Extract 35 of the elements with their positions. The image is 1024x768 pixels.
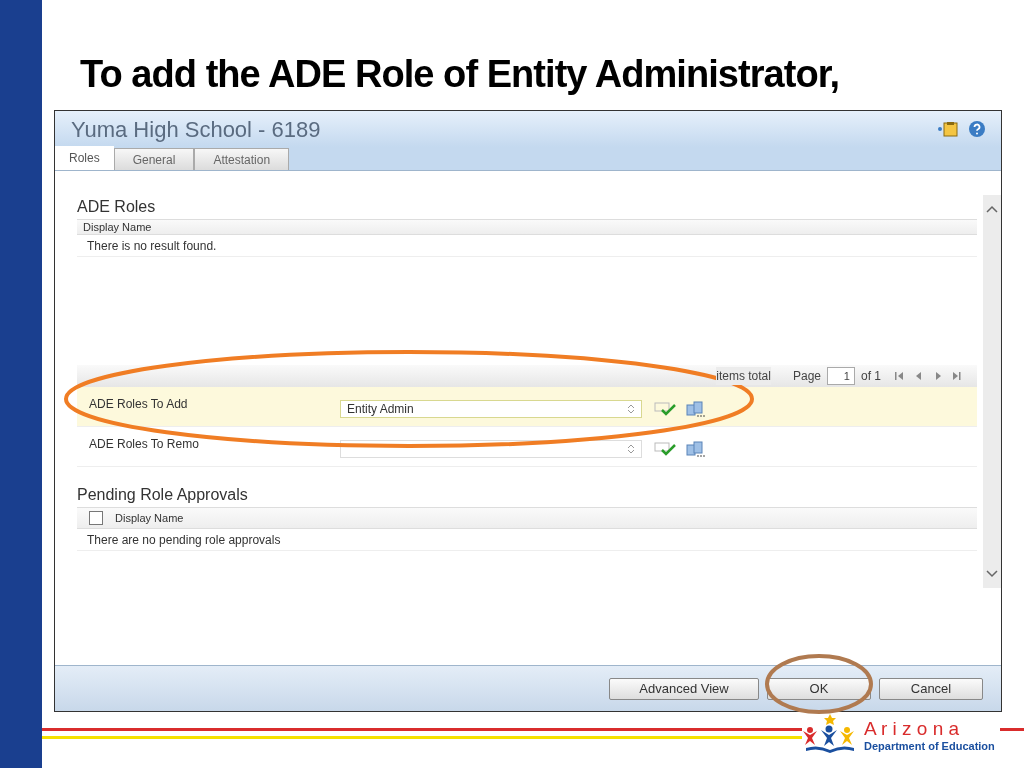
clipboard-icon[interactable] xyxy=(937,121,959,137)
lookup-icon[interactable] xyxy=(686,400,706,417)
tab[interactable]: Attestation xyxy=(194,148,290,170)
spinner-icon[interactable] xyxy=(627,402,635,415)
column-header: Display Name xyxy=(77,507,977,529)
slide-title: To add the ADE Role of Entity Administrator, xyxy=(80,52,840,97)
section-title: Pending Role Approvals xyxy=(77,485,249,505)
scroll-down-icon[interactable] xyxy=(986,570,998,578)
logo-subtitle: Department of Education xyxy=(864,740,995,752)
checkbox[interactable] xyxy=(89,511,103,525)
help-icon[interactable] xyxy=(969,121,985,137)
column-header: Display Name xyxy=(77,219,977,235)
tab[interactable]: Roles xyxy=(55,146,114,170)
scroll-up-icon[interactable] xyxy=(986,205,998,213)
window-title: Yuma High School - 6189 xyxy=(71,115,321,144)
page-label: Page xyxy=(792,368,821,385)
items-total: items total xyxy=(716,367,771,385)
page-field[interactable]: 1 xyxy=(827,366,855,386)
lookup-icon[interactable] xyxy=(686,440,706,457)
check-icon[interactable] xyxy=(654,401,676,416)
dialog-button[interactable]: Advanced View xyxy=(609,677,759,700)
logo-title: A r i z o n a xyxy=(864,718,961,738)
page-count: of 1 xyxy=(861,368,881,385)
empty-message: There are no pending role approvals xyxy=(87,531,281,549)
field-label: ADE Roles To Remo xyxy=(89,436,200,453)
check-icon[interactable] xyxy=(654,441,676,456)
field-label: ADE Roles To Add xyxy=(89,396,189,413)
tab[interactable]: General xyxy=(113,148,195,170)
section-title: ADE Roles xyxy=(77,197,157,217)
dropdown-field[interactable]: Entity Admin xyxy=(340,399,642,418)
spinner-icon[interactable] xyxy=(627,442,635,455)
scrollbar[interactable] xyxy=(983,195,1001,588)
dialog-button[interactable]: OK xyxy=(767,677,871,700)
dialog-button[interactable]: Cancel xyxy=(879,677,983,700)
empty-message: There is no result found. xyxy=(87,237,217,255)
